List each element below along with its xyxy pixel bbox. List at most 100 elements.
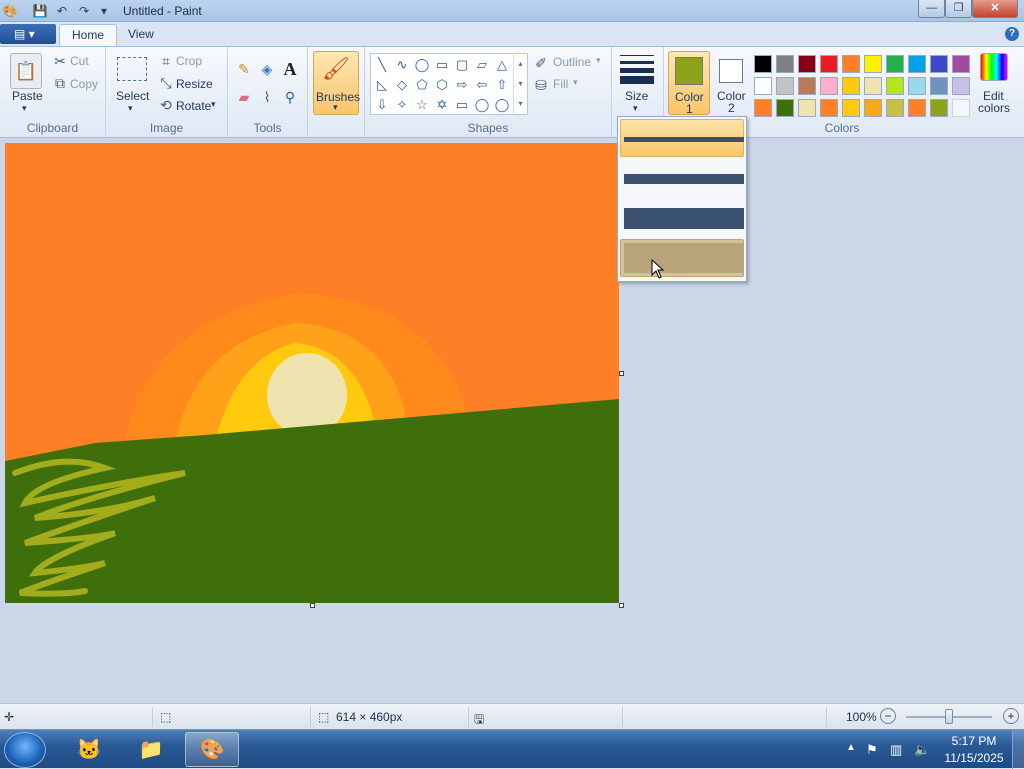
palette-swatch[interactable] — [754, 77, 772, 95]
palette-swatch[interactable] — [754, 99, 772, 117]
shape-option-6[interactable]: △ — [493, 56, 511, 74]
help-icon[interactable]: ? — [1005, 27, 1019, 41]
paste-icon[interactable]: 📋 — [10, 53, 42, 89]
palette-swatch[interactable] — [908, 99, 926, 117]
zoom-in-button[interactable]: + — [1003, 708, 1019, 724]
rotate-button[interactable]: Rotate — [176, 99, 211, 113]
select-dropdown-icon[interactable]: ▾ — [128, 103, 133, 114]
taskbar-paint-icon[interactable]: 🎨 — [185, 732, 239, 767]
paste-dropdown-icon[interactable]: ▾ — [22, 103, 27, 114]
save-quick-icon[interactable]: 💾 — [32, 3, 48, 19]
taskbar-app-cat-icon[interactable]: 🐱 — [62, 732, 116, 767]
shape-option-7[interactable]: ◺ — [373, 76, 391, 94]
shape-option-20[interactable]: ◯ — [493, 96, 511, 114]
shape-option-4[interactable]: ▢ — [453, 56, 471, 74]
palette-swatch[interactable] — [908, 77, 926, 95]
size-option-3[interactable] — [620, 199, 744, 237]
shape-option-2[interactable]: ◯ — [413, 56, 431, 74]
tab-home[interactable]: Home — [59, 24, 118, 46]
undo-quick-icon[interactable]: ↶ — [54, 3, 70, 19]
select-button[interactable]: Select — [116, 89, 149, 103]
show-hidden-icons-icon[interactable]: ▲ — [846, 742, 856, 753]
paste-button[interactable]: Paste — [12, 89, 43, 103]
palette-swatch[interactable] — [886, 55, 904, 73]
drawing-canvas[interactable] — [5, 143, 619, 603]
palette-swatch[interactable] — [886, 77, 904, 95]
shape-option-13[interactable]: ⇧ — [493, 76, 511, 94]
palette-swatch[interactable] — [864, 55, 882, 73]
palette-swatch[interactable] — [886, 99, 904, 117]
tab-view[interactable]: View — [116, 24, 166, 46]
crop-button[interactable]: Crop — [176, 54, 202, 68]
palette-swatch[interactable] — [930, 77, 948, 95]
outline-dropdown-icon[interactable]: ▾ — [596, 55, 601, 66]
size-option-1[interactable] — [620, 119, 744, 157]
rotate-dropdown-icon[interactable]: ▾ — [211, 99, 216, 110]
size-button[interactable]: Size — [625, 89, 648, 103]
palette-swatch[interactable] — [776, 55, 794, 73]
shape-option-9[interactable]: ⬠ — [413, 76, 431, 94]
magnifier-icon[interactable]: ⚲ — [280, 87, 300, 107]
shape-option-10[interactable]: ⬡ — [433, 76, 451, 94]
color1-button[interactable]: Color 1 — [668, 51, 710, 116]
palette-swatch[interactable] — [952, 77, 970, 95]
zoom-out-button[interactable]: − — [880, 708, 896, 724]
palette-swatch[interactable] — [842, 77, 860, 95]
shape-option-5[interactable]: ▱ — [473, 56, 491, 74]
shape-option-17[interactable]: ✡ — [433, 96, 451, 114]
size-dropdown-icon[interactable]: ▾ — [633, 103, 638, 114]
shape-option-11[interactable]: ⇨ — [453, 76, 471, 94]
shape-option-16[interactable]: ☆ — [413, 96, 431, 114]
color-picker-icon[interactable]: ⌇ — [257, 87, 277, 107]
resize-button[interactable]: Resize — [176, 77, 213, 91]
shape-option-14[interactable]: ⇩ — [373, 96, 391, 114]
palette-swatch[interactable] — [820, 55, 838, 73]
shape-option-3[interactable]: ▭ — [433, 56, 451, 74]
edit-colors-icon[interactable] — [980, 53, 1008, 81]
canvas-resize-handle-corner[interactable] — [619, 603, 624, 608]
size-option-2[interactable] — [620, 159, 744, 197]
shape-option-15[interactable]: ✧ — [393, 96, 411, 114]
palette-swatch[interactable] — [776, 77, 794, 95]
shape-option-18[interactable]: ▭ — [453, 96, 471, 114]
palette-swatch[interactable] — [754, 55, 772, 73]
shape-option-19[interactable]: ◯ — [473, 96, 491, 114]
customize-quick-access-icon[interactable]: ▾ — [96, 3, 112, 19]
palette-swatch[interactable] — [820, 77, 838, 95]
action-center-icon[interactable]: ⚑ — [866, 742, 878, 758]
volume-icon[interactable]: 🔈 — [914, 742, 930, 758]
fill-bucket-icon[interactable]: ◈ — [257, 59, 277, 79]
shape-option-1[interactable]: ∿ — [393, 56, 411, 74]
clock-date[interactable]: 11/15/2025 — [934, 751, 1014, 765]
pencil-icon[interactable]: ✎ — [234, 59, 254, 79]
palette-swatch[interactable] — [930, 55, 948, 73]
color2-button[interactable]: Color 2 — [712, 51, 752, 115]
copy-button[interactable]: Copy — [70, 77, 98, 91]
zoom-slider-thumb[interactable] — [945, 709, 953, 724]
outline-button[interactable]: Outline — [553, 55, 591, 69]
maximize-button[interactable]: ❐ — [945, 0, 972, 18]
start-button[interactable] — [4, 732, 46, 768]
shapes-scroll-buttons[interactable]: ▴ ▾ ▾ — [513, 54, 527, 114]
network-icon[interactable]: ▥ — [890, 742, 902, 758]
palette-swatch[interactable] — [952, 55, 970, 73]
clock-time[interactable]: 5:17 PM — [934, 734, 1014, 748]
taskbar-explorer-icon[interactable]: 📁 — [124, 732, 178, 767]
size-option-4[interactable] — [620, 239, 744, 277]
paint-menu-button[interactable]: ▤ ▾ — [0, 24, 56, 44]
close-button[interactable]: ✕ — [972, 0, 1018, 18]
shape-option-0[interactable]: ╲ — [373, 56, 391, 74]
select-icon[interactable] — [117, 57, 147, 81]
palette-swatch[interactable] — [908, 55, 926, 73]
eraser-icon[interactable]: ▰ — [234, 87, 254, 107]
palette-swatch[interactable] — [952, 99, 970, 117]
palette-swatch[interactable] — [820, 99, 838, 117]
text-tool-icon[interactable]: A — [280, 59, 300, 79]
canvas-resize-handle-bottom[interactable] — [310, 603, 315, 608]
palette-swatch[interactable] — [930, 99, 948, 117]
paint-app-icon[interactable]: 🎨 — [2, 3, 18, 19]
palette-swatch[interactable] — [798, 99, 816, 117]
palette-swatch[interactable] — [798, 55, 816, 73]
fill-dropdown-icon[interactable]: ▾ — [573, 77, 578, 88]
minimize-button[interactable]: — — [918, 0, 945, 18]
